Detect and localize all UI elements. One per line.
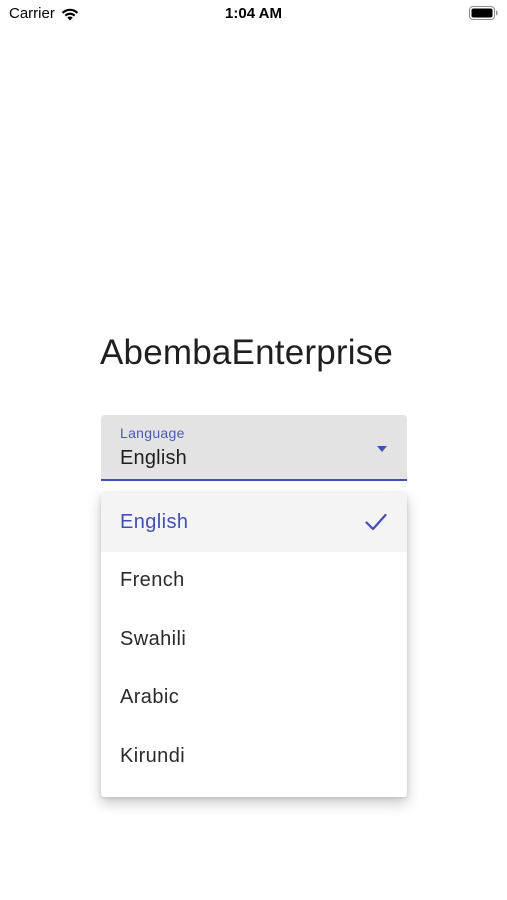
app-title: AbembaEnterprise [100,333,394,372]
menu-item-swahili[interactable]: Swahili [101,610,407,669]
battery-icon [469,6,498,20]
status-bar: Carrier 1:04 AM [0,0,507,28]
menu-item-kirundi[interactable]: Kirundi [101,727,407,786]
status-time: 1:04 AM [225,5,282,22]
menu-item-label: Swahili [120,627,187,650]
menu-item-label: Kirundi [120,744,186,767]
menu-item-label: Arabic [120,686,180,709]
menu-item-french[interactable]: French [101,552,407,611]
menu-item-arabic[interactable]: Arabic [101,669,407,728]
language-dropdown[interactable]: Language English [101,415,407,481]
language-field-value: English [120,447,187,469]
check-icon [365,514,387,531]
menu-item-label: English [120,510,189,533]
language-field-label: Language [120,425,185,441]
menu-item-label: French [120,569,185,592]
menu-item-english[interactable]: English [101,493,407,552]
language-menu: English French Swahili Arabic Kirundi [101,493,407,797]
chevron-down-icon[interactable] [377,446,387,452]
